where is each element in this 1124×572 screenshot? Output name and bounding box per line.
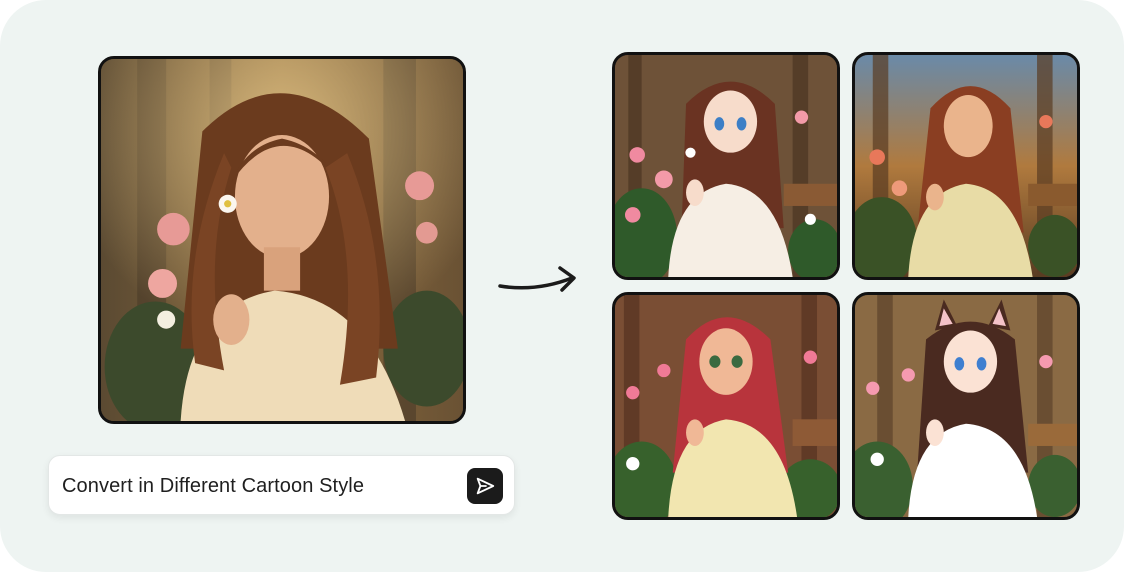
result-image-catgirl: [852, 292, 1080, 520]
send-icon: [476, 477, 495, 495]
result-image-3d: [612, 292, 840, 520]
cartoon-catgirl-image: [855, 295, 1077, 517]
cartoon-anime-image: [615, 55, 837, 277]
source-photo-image: [101, 59, 463, 421]
cartoon-painted-image: [855, 55, 1077, 277]
cartoon-3d-image: [615, 295, 837, 517]
canvas: Convert in Different Cartoon Style: [0, 0, 1124, 572]
arrow-right-icon: [498, 266, 576, 292]
result-image-anime: [612, 52, 840, 280]
result-image-painted: [852, 52, 1080, 280]
prompt-text[interactable]: Convert in Different Cartoon Style: [62, 475, 364, 498]
send-button[interactable]: [467, 468, 503, 504]
source-photo: [98, 56, 466, 424]
prompt-input-bar[interactable]: Convert in Different Cartoon Style: [48, 455, 515, 515]
